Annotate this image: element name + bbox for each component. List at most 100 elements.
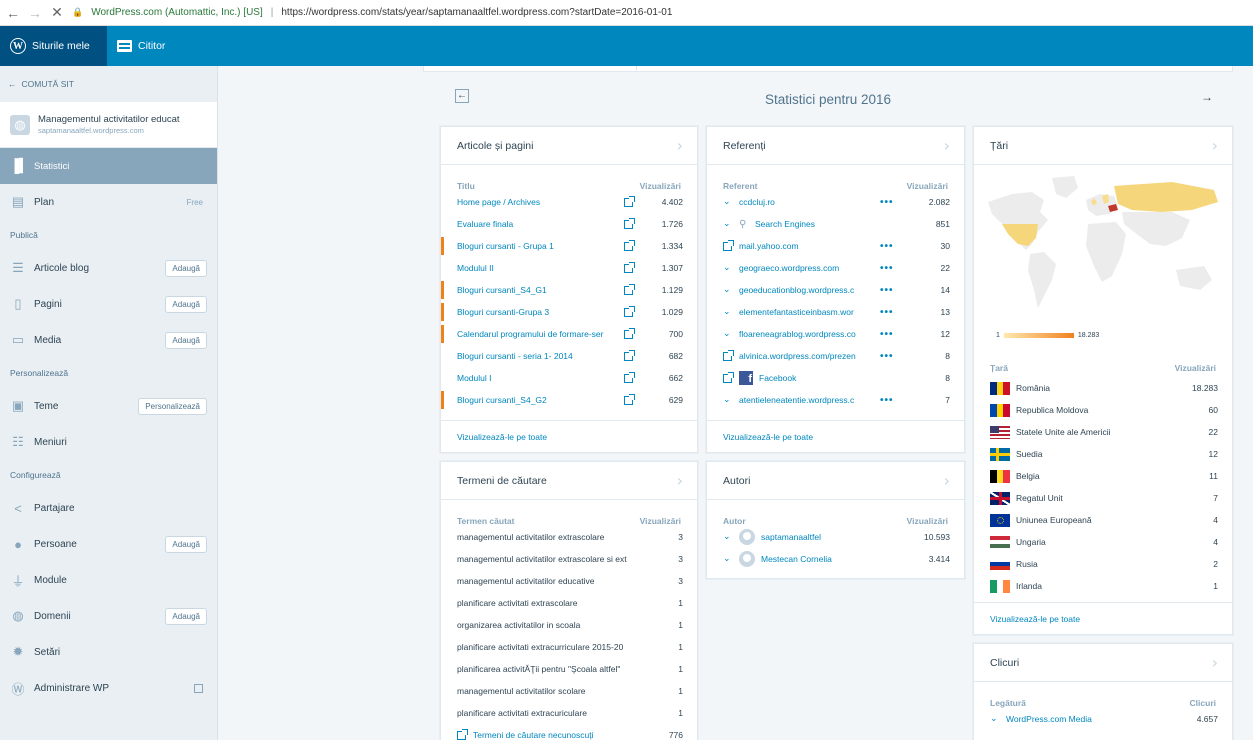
chevron-down-icon[interactable]: ⌄ bbox=[723, 197, 739, 207]
view-all-link[interactable]: Vizualizează-le pe toate bbox=[441, 420, 697, 452]
referrer-link[interactable]: atentieleneatentie.wordpress.c bbox=[739, 395, 880, 405]
card-header[interactable]: Articole și pagini › bbox=[441, 127, 697, 165]
card-header[interactable]: Țări › bbox=[974, 127, 1232, 165]
referrer-link[interactable]: mail.yahoo.com bbox=[739, 241, 880, 251]
current-site-card[interactable]: ◍ Managementul activitatilor educat sapt… bbox=[0, 102, 217, 148]
external-link-icon[interactable] bbox=[624, 261, 635, 273]
external-link-icon[interactable] bbox=[624, 195, 635, 207]
next-period-button[interactable]: → bbox=[1201, 90, 1213, 104]
chevron-down-icon[interactable]: ⌄ bbox=[723, 395, 739, 405]
unknown-terms-link[interactable]: Termeni de căutare necunoscuți bbox=[473, 730, 647, 740]
external-link-icon[interactable] bbox=[624, 305, 635, 317]
external-link-icon[interactable] bbox=[723, 371, 734, 383]
bar-chart-icon: ▐▍ bbox=[10, 158, 30, 173]
my-sites-button[interactable]: W Siturile mele bbox=[0, 26, 107, 66]
add-domain-button[interactable]: Adaugă bbox=[165, 607, 207, 625]
sidebar-item-plugins[interactable]: ⏚ Module bbox=[0, 562, 217, 598]
referrer-link[interactable]: geograeco.wordpress.com bbox=[739, 263, 880, 273]
external-link-icon[interactable] bbox=[624, 239, 635, 251]
chevron-down-icon[interactable]: ⌄ bbox=[723, 263, 739, 273]
switch-site-button[interactable]: ← COMUTĂ SIT bbox=[0, 66, 217, 102]
chevron-down-icon[interactable]: ⌄ bbox=[723, 307, 739, 317]
referrer-link[interactable]: alvinica.wordpress.com/prezen bbox=[739, 351, 880, 361]
external-link-icon[interactable] bbox=[624, 217, 635, 229]
post-title-link[interactable]: Modulul I bbox=[457, 373, 624, 383]
referrer-link[interactable]: geoeducationblog.wordpress.c bbox=[739, 285, 880, 295]
more-actions-icon[interactable]: ••• bbox=[880, 351, 914, 362]
sidebar-item-label: Module bbox=[34, 574, 67, 586]
sidebar-item-sharing[interactable]: < Partajare bbox=[0, 490, 217, 526]
sidebar-item-pages[interactable]: ▯ Pagini Adaugă bbox=[0, 286, 217, 322]
post-title-link[interactable]: Bloguri cursanti - Grupa 1 bbox=[457, 241, 624, 251]
post-title-link[interactable]: Bloguri cursanti - seria 1- 2014 bbox=[457, 351, 624, 361]
sidebar-item-plan[interactable]: ▤ Plan Free bbox=[0, 184, 217, 220]
more-actions-icon[interactable]: ••• bbox=[880, 285, 914, 296]
sidebar-item-label: Statistici bbox=[34, 160, 70, 172]
more-actions-icon[interactable]: ••• bbox=[880, 263, 914, 274]
add-page-button[interactable]: Adaugă bbox=[165, 295, 207, 313]
referrer-link[interactable]: Facebook bbox=[759, 373, 880, 383]
post-title-link[interactable]: Calendarul programului de formare-ser bbox=[457, 329, 624, 339]
card-header[interactable]: Termeni de căutare › bbox=[441, 462, 697, 500]
post-title-link[interactable]: Bloguri cursanti-Grupa 3 bbox=[457, 307, 624, 317]
sidebar-item-domains[interactable]: ◍ Domenii Adaugă bbox=[0, 598, 217, 634]
external-link-icon[interactable] bbox=[624, 349, 635, 361]
referrer-link[interactable]: floareneagrablog.wordpress.co bbox=[739, 329, 880, 339]
author-link[interactable]: saptamanaaltfel bbox=[761, 532, 914, 542]
external-link-icon[interactable] bbox=[624, 393, 635, 405]
add-media-button[interactable]: Adaugă bbox=[165, 331, 207, 349]
referrer-link[interactable]: Search Engines bbox=[755, 219, 880, 229]
sidebar-item-stats[interactable]: ▐▍ Statistici bbox=[0, 148, 217, 184]
reader-button[interactable]: Cititor bbox=[107, 26, 175, 66]
sidebar-item-posts[interactable]: ☰ Articole blog Adaugă bbox=[0, 250, 217, 286]
forward-nav-icon[interactable]: → bbox=[28, 5, 42, 21]
view-all-link[interactable]: Vizualizează-le pe toate bbox=[707, 420, 964, 452]
external-link-icon[interactable] bbox=[624, 283, 635, 295]
chevron-down-icon[interactable]: ⌄ bbox=[723, 554, 739, 564]
chevron-down-icon[interactable]: ⌄ bbox=[723, 532, 739, 542]
post-title-link[interactable]: Bloguri cursanti_S4_G1 bbox=[457, 285, 624, 295]
more-actions-icon[interactable]: ••• bbox=[880, 307, 914, 318]
card-header[interactable]: Autori › bbox=[707, 462, 964, 500]
chevron-down-icon[interactable]: ⌄ bbox=[723, 329, 739, 339]
sidebar-item-wp-admin[interactable]: Ⓦ Administrare WP bbox=[0, 670, 217, 706]
external-link-icon[interactable] bbox=[723, 349, 734, 361]
sidebar-item-people[interactable]: ● Persoane Adaugă bbox=[0, 526, 217, 562]
card-title: Clicuri bbox=[990, 656, 1020, 669]
post-title-link[interactable]: Evaluare finala bbox=[457, 219, 624, 229]
more-actions-icon[interactable]: ••• bbox=[880, 329, 914, 340]
views-value: 22 bbox=[1208, 427, 1218, 437]
chevron-down-icon[interactable]: ⌄ bbox=[990, 714, 1006, 724]
close-icon[interactable]: ✕ bbox=[50, 4, 64, 21]
address-bar[interactable]: https://wordpress.com/stats/year/saptama… bbox=[281, 7, 672, 18]
chevron-down-icon[interactable]: ⌄ bbox=[723, 219, 739, 229]
view-all-link[interactable]: Vizualizează-le pe toate bbox=[974, 602, 1232, 634]
card-header[interactable]: Clicuri › bbox=[974, 644, 1232, 682]
add-post-button[interactable]: Adaugă bbox=[165, 259, 207, 277]
post-title-link[interactable]: Modulul II bbox=[457, 263, 624, 273]
card-header[interactable]: Referenți › bbox=[707, 127, 964, 165]
chevron-down-icon[interactable]: ⌄ bbox=[723, 285, 739, 295]
external-link-icon[interactable] bbox=[624, 371, 635, 383]
external-link-icon[interactable] bbox=[624, 327, 635, 339]
sidebar-item-media[interactable]: ▭ Media Adaugă bbox=[0, 322, 217, 358]
views-value: 8 bbox=[945, 351, 950, 361]
search-term: managementul activitatilor extrascolare bbox=[457, 532, 605, 542]
sidebar-item-settings[interactable]: ✹ Setări bbox=[0, 634, 217, 670]
post-title-link[interactable]: Home page / Archives bbox=[457, 197, 624, 207]
customize-button[interactable]: Personalizează bbox=[138, 397, 207, 415]
post-title-link[interactable]: Bloguri cursanti_S4_G2 bbox=[457, 395, 624, 405]
add-people-button[interactable]: Adaugă bbox=[165, 535, 207, 553]
chevron-right-icon: › bbox=[1211, 136, 1218, 155]
back-nav-icon[interactable]: ← bbox=[6, 5, 20, 21]
sidebar-item-menus[interactable]: ☷ Meniuri bbox=[0, 424, 217, 460]
more-actions-icon[interactable]: ••• bbox=[880, 241, 914, 252]
external-link-icon[interactable] bbox=[723, 239, 734, 251]
click-link[interactable]: WordPress.com Media bbox=[1006, 714, 1182, 724]
referrer-link[interactable]: ccdcluj.ro bbox=[739, 197, 880, 207]
more-actions-icon[interactable]: ••• bbox=[880, 197, 914, 208]
referrer-link[interactable]: elementefantasticeinbasm.wor bbox=[739, 307, 880, 317]
sidebar-item-themes[interactable]: ▣ Teme Personalizează bbox=[0, 388, 217, 424]
author-link[interactable]: Mestecan Cornelia bbox=[761, 554, 914, 564]
more-actions-icon[interactable]: ••• bbox=[880, 395, 914, 406]
